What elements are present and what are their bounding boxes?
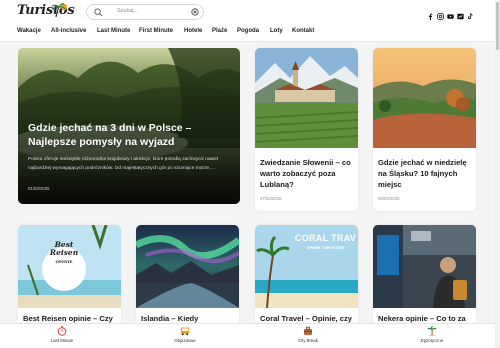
youtube-icon[interactable] bbox=[447, 7, 454, 19]
search-bar[interactable]: Szukaj... bbox=[86, 4, 204, 20]
featured-article-date: 01/03/2025 bbox=[28, 186, 50, 191]
search-input[interactable]: Szukaj... bbox=[117, 8, 138, 14]
scrollbar-thumb[interactable] bbox=[496, 2, 499, 50]
search-icon[interactable] bbox=[94, 8, 103, 17]
nav-item-kontakt[interactable]: Kontakt bbox=[292, 28, 314, 34]
nav-item-plaze[interactable]: Plaże bbox=[212, 28, 227, 34]
article-date: 27/02/2025 bbox=[260, 196, 282, 201]
main-nav: Wakacje All-inclusive Last Minute First … bbox=[0, 24, 500, 42]
article-image-slask bbox=[373, 48, 476, 148]
social-links bbox=[427, 7, 474, 20]
featured-article-card[interactable]: Gdzie jechać na 3 dni w Polsce – Najleps… bbox=[18, 48, 240, 204]
palm-logo-icon bbox=[51, 3, 68, 18]
bus-icon bbox=[180, 327, 190, 336]
article-card[interactable]: Gdzie jechać w niedzielę na Śląsku? 10 f… bbox=[373, 48, 476, 211]
article-image-slovenia bbox=[255, 48, 358, 148]
article-title[interactable]: Gdzie jechać w niedzielę na Śląsku? 10 f… bbox=[378, 157, 473, 190]
tiktok-icon[interactable] bbox=[467, 7, 474, 20]
nav-item-all-inclusive[interactable]: All-inclusive bbox=[51, 28, 86, 34]
article-date: 09/02/2025 bbox=[378, 196, 400, 201]
article-image-islandia bbox=[136, 225, 239, 308]
nav-item-first-minute[interactable]: First Minute bbox=[139, 28, 173, 34]
article-card[interactable]: Best Reisen OPINIE Best Reisen opinie – … bbox=[18, 225, 121, 325]
nav-item-hotele[interactable]: Hotele bbox=[184, 28, 202, 34]
instagram-icon[interactable] bbox=[437, 7, 444, 20]
page-scrollbar[interactable] bbox=[495, 0, 500, 348]
best-reisen-badge: Best Reisen OPINIE bbox=[49, 240, 79, 265]
bottom-nav-egzotyczne[interactable]: Egzotyczne bbox=[392, 326, 472, 343]
bottom-nav-objazdowe[interactable]: Objazdowe bbox=[145, 326, 225, 343]
nav-item-loty[interactable]: Loty bbox=[270, 28, 283, 34]
nav-item-last-minute[interactable]: Last Minute bbox=[97, 28, 130, 34]
facebook-icon[interactable] bbox=[427, 7, 434, 20]
clear-search-icon[interactable] bbox=[191, 8, 199, 16]
bottom-nav-last-minute[interactable]: Last Minute bbox=[22, 326, 102, 343]
featured-article-title[interactable]: Gdzie jechać na 3 dni w Polsce – Najleps… bbox=[28, 121, 233, 149]
article-image-nekera bbox=[373, 225, 476, 308]
article-image-best-reisen bbox=[18, 225, 121, 308]
article-card[interactable]: Islandia – Kiedy bbox=[136, 225, 239, 325]
bottom-quick-nav: Last Minute Objazdowe City Break Egzotyc… bbox=[0, 323, 500, 348]
stopwatch-icon bbox=[57, 326, 67, 336]
article-card[interactable]: CORAL TRAV OPINIE TURYSTÓW Coral Travel … bbox=[255, 225, 358, 325]
nav-item-pogoda[interactable]: Pogoda bbox=[237, 28, 259, 34]
header: Turistos Szukaj... bbox=[0, 0, 500, 24]
pinterest-icon[interactable] bbox=[457, 7, 464, 20]
nav-item-wakacje[interactable]: Wakacje bbox=[17, 28, 41, 34]
featured-article-excerpt: Polska oferuje niezwykłe różnorodne kraj… bbox=[28, 157, 219, 171]
coral-travel-overlay: CORAL TRAV OPINIE TURYSTÓW bbox=[294, 233, 357, 250]
bottom-nav-city-break[interactable]: City Break bbox=[268, 326, 348, 343]
article-card[interactable]: Zwiedzanie Słowenii – co warto zobaczyć … bbox=[255, 48, 358, 211]
palm-icon bbox=[427, 326, 437, 336]
suitcase-icon bbox=[304, 326, 312, 335]
article-title[interactable]: Zwiedzanie Słowenii – co warto zobaczyć … bbox=[260, 157, 355, 190]
article-card[interactable]: Nekera opinie – Co to za bbox=[373, 225, 476, 325]
